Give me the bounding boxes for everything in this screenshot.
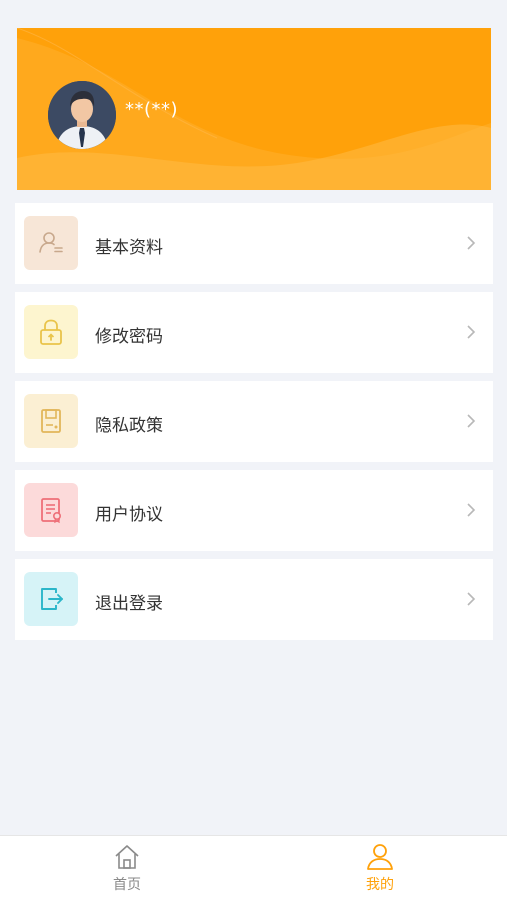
agreement-icon bbox=[41, 498, 61, 524]
chevron-right-icon bbox=[467, 592, 476, 606]
tab-home[interactable]: 首页 bbox=[67, 842, 187, 898]
chevron-right-icon bbox=[467, 236, 476, 250]
menu-item-basic-info[interactable]: 基本资料 bbox=[15, 203, 493, 284]
menu-item-label: 修改密码 bbox=[95, 327, 163, 347]
menu-icon-box bbox=[24, 483, 78, 537]
chevron-right-icon bbox=[467, 503, 476, 517]
settings-menu: 基本资料 修改密码 隐私政策 用户协议 退出登录 bbox=[15, 203, 493, 648]
bottom-tab-bar: 首页 我的 bbox=[0, 835, 507, 900]
document-save-icon bbox=[41, 409, 61, 433]
menu-icon-box bbox=[24, 305, 78, 359]
menu-item-label: 基本资料 bbox=[95, 238, 163, 258]
menu-item-logout[interactable]: 退出登录 bbox=[15, 559, 493, 640]
home-icon bbox=[115, 845, 139, 869]
menu-icon-box bbox=[24, 216, 78, 270]
chevron-right-icon bbox=[467, 325, 476, 339]
profile-banner: **(**) bbox=[17, 28, 491, 190]
user-icon bbox=[367, 844, 393, 870]
menu-item-label: 退出登录 bbox=[95, 594, 163, 614]
avatar-person-icon bbox=[48, 81, 116, 149]
tab-home-label: 首页 bbox=[113, 877, 141, 893]
avatar[interactable] bbox=[48, 81, 116, 149]
user-profile-icon bbox=[39, 232, 63, 253]
tab-mine[interactable]: 我的 bbox=[320, 842, 440, 898]
menu-item-label: 隐私政策 bbox=[95, 416, 163, 436]
tab-mine-label: 我的 bbox=[366, 877, 394, 893]
profile-page: **(**) 基本资料 修改密码 隐私政策 用户协议 退出登录 首页 我的 bbox=[0, 0, 507, 900]
menu-item-user-agreement[interactable]: 用户协议 bbox=[15, 470, 493, 551]
menu-item-privacy-policy[interactable]: 隐私政策 bbox=[15, 381, 493, 462]
menu-icon-box bbox=[24, 394, 78, 448]
username: **(**) bbox=[125, 99, 179, 120]
logout-icon bbox=[41, 588, 63, 610]
chevron-right-icon bbox=[467, 414, 476, 428]
menu-item-change-password[interactable]: 修改密码 bbox=[15, 292, 493, 373]
lock-icon bbox=[40, 319, 62, 345]
menu-item-label: 用户协议 bbox=[95, 505, 163, 525]
menu-icon-box bbox=[24, 572, 78, 626]
